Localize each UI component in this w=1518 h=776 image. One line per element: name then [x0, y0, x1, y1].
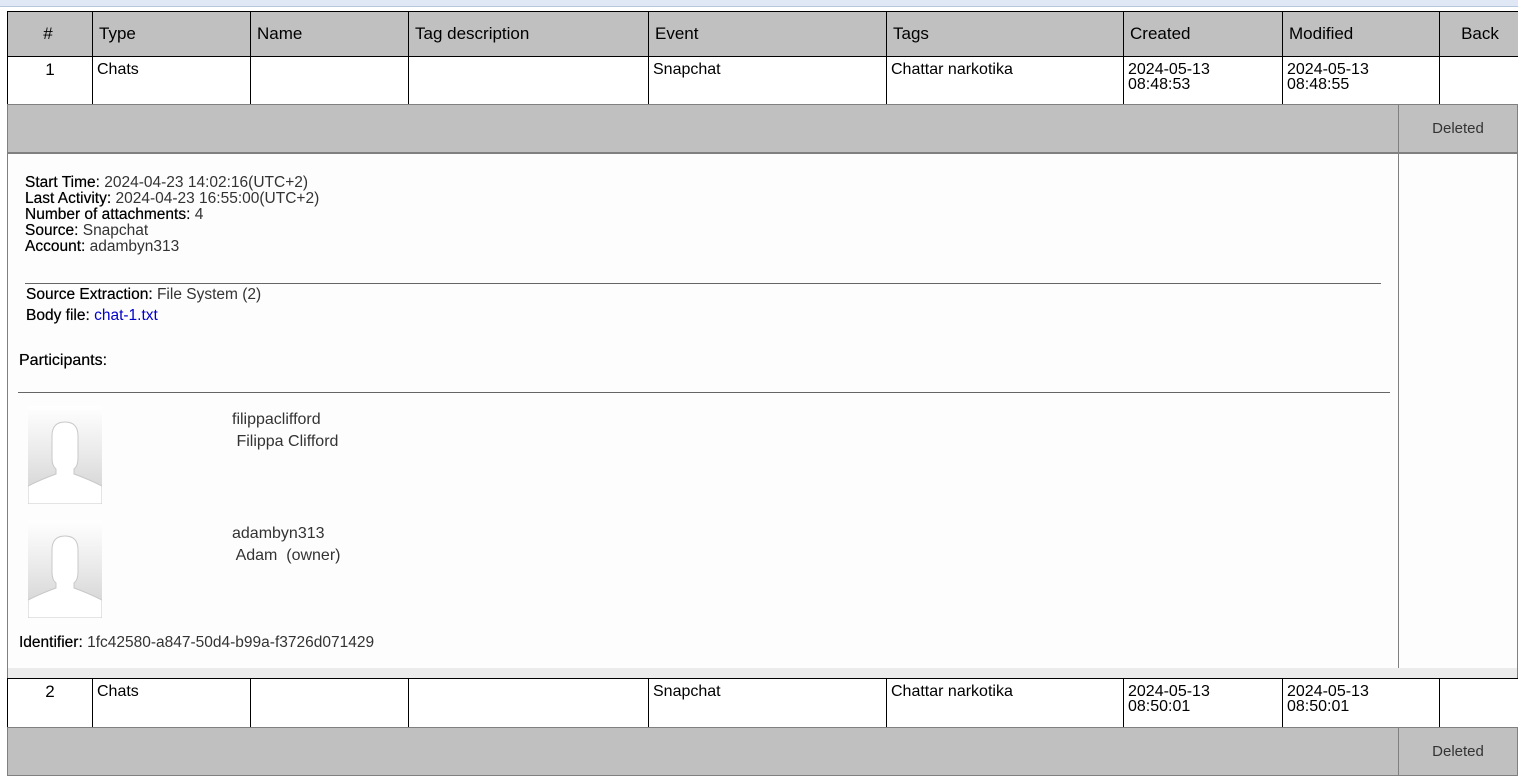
column-header-modified[interactable]: Modified: [1283, 12, 1440, 57]
column-header-tags[interactable]: Tags: [887, 12, 1124, 57]
account-value: adambyn313: [85, 238, 179, 255]
header-row: # Type Name Tag description Event Tags C…: [8, 12, 1518, 57]
attachments-value: 4: [190, 206, 203, 223]
column-header-created[interactable]: Created: [1124, 12, 1283, 57]
source-extraction: Source Extraction: File System (2): [26, 286, 261, 304]
row-back[interactable]: [1440, 57, 1518, 106]
row-type: Chats: [93, 57, 251, 106]
detail-side-cell: [1398, 154, 1517, 669]
source-label: Source:: [25, 222, 78, 239]
body-file-link[interactable]: chat-1.txt: [94, 307, 158, 324]
row-number: 1: [8, 57, 93, 106]
column-header-tag-description[interactable]: Tag description: [409, 12, 649, 57]
start-time: Start Time: 2024-04-23 14:02:16(UTC+2): [25, 175, 319, 191]
chat-metadata: Start Time: 2024-04-23 14:02:16(UTC+2) L…: [25, 175, 319, 255]
avatar: [28, 520, 102, 618]
participant-names: filippaclifford Filippa Clifford: [232, 409, 338, 453]
records-table: # Type Name Tag description Event Tags C…: [7, 11, 1518, 106]
row-type: Chats: [93, 679, 251, 728]
identifier-label: Identifier:: [19, 634, 83, 651]
row-name: [251, 57, 409, 106]
row-tags: Chattar narkotika: [887, 679, 1124, 728]
column-header-event[interactable]: Event: [649, 12, 887, 57]
row-name: [251, 679, 409, 728]
last-activity-value: 2024-04-23 16:55:00(UTC+2): [111, 190, 319, 207]
account-label: Account:: [25, 238, 85, 255]
column-header-back[interactable]: Back: [1440, 12, 1518, 57]
participant-username: filippaclifford: [232, 411, 321, 428]
body-file: Body file: chat-1.txt: [26, 307, 158, 325]
divider: [25, 283, 1381, 284]
modified-time: 08:50:01: [1287, 698, 1349, 715]
top-border: [0, 0, 1518, 7]
chat-detail-panel: Start Time: 2024-04-23 14:02:16(UTC+2) L…: [7, 153, 1518, 670]
body-file-label: Body file:: [26, 307, 90, 324]
column-header-type[interactable]: Type: [93, 12, 251, 57]
row-event: Snapchat: [649, 57, 887, 106]
column-header-name[interactable]: Name: [251, 12, 409, 57]
attachments-count: Number of attachments: 4: [25, 207, 319, 223]
source-extraction-value: File System (2): [153, 286, 262, 303]
created-time: 08:48:53: [1128, 76, 1190, 93]
last-activity: Last Activity: 2024-04-23 16:55:00(UTC+2…: [25, 191, 319, 207]
deleted-status: Deleted: [1398, 728, 1517, 775]
modified-time: 08:48:55: [1287, 76, 1349, 93]
start-time-value: 2024-04-23 14:02:16(UTC+2): [100, 174, 308, 191]
row-tags: Chattar narkotika: [887, 57, 1124, 106]
row-modified: 2024-05-1308:50:01: [1283, 679, 1440, 728]
last-activity-label: Last Activity:: [25, 190, 111, 207]
table-row[interactable]: 1 Chats Snapchat Chattar narkotika 2024-…: [8, 57, 1518, 106]
row-created: 2024-05-1308:48:53: [1124, 57, 1283, 106]
divider: [18, 392, 1390, 393]
source: Source: Snapchat: [25, 223, 319, 239]
source-value: Snapchat: [78, 222, 148, 239]
participant-username: adambyn313: [232, 525, 325, 542]
record-status-bar: Deleted: [7, 727, 1518, 776]
start-time-label: Start Time:: [25, 174, 100, 191]
identifier: Identifier: 1fc42580-a847-50d4-b99a-f372…: [19, 634, 374, 652]
table-row[interactable]: 2 Chats Snapchat Chattar narkotika 2024-…: [8, 679, 1518, 728]
deleted-status: Deleted: [1398, 105, 1517, 152]
participants-heading: Participants:: [19, 352, 107, 370]
participant-item: filippaclifford Filippa Clifford: [28, 406, 628, 506]
records-table: 2 Chats Snapchat Chattar narkotika 2024-…: [7, 678, 1518, 728]
person-silhouette-icon: [28, 406, 102, 504]
source-extraction-label: Source Extraction:: [26, 286, 153, 303]
participant-item: adambyn313 Adam (owner): [28, 520, 628, 620]
participant-display-name: Filippa Clifford: [232, 433, 338, 450]
row-back[interactable]: [1440, 679, 1518, 728]
identifier-value: 1fc42580-a847-50d4-b99a-f3726d071429: [83, 634, 374, 651]
record-status-bar: Deleted: [7, 104, 1518, 153]
row-event: Snapchat: [649, 679, 887, 728]
attachments-label: Number of attachments:: [25, 206, 190, 223]
created-time: 08:50:01: [1128, 698, 1190, 715]
row-created: 2024-05-1308:50:01: [1124, 679, 1283, 728]
participant-display-name: Adam (owner): [232, 547, 340, 564]
column-header-number[interactable]: #: [8, 12, 93, 57]
avatar: [28, 406, 102, 504]
row-number: 2: [8, 679, 93, 728]
person-silhouette-icon: [28, 520, 102, 618]
participant-names: adambyn313 Adam (owner): [232, 523, 340, 567]
row-modified: 2024-05-1308:48:55: [1283, 57, 1440, 106]
row-tag-description: [409, 679, 649, 728]
account: Account: adambyn313: [25, 239, 319, 255]
row-tag-description: [409, 57, 649, 106]
